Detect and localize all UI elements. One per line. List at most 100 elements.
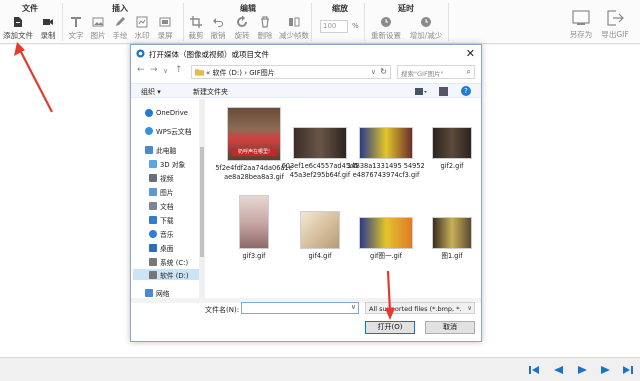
nav-item-network[interactable]: 网络 xyxy=(145,287,170,298)
file-type-filter[interactable]: All supported files (*.bmp, *. ∨ xyxy=(365,302,475,314)
file-thumbnail xyxy=(359,127,413,159)
organize-button[interactable]: 组织 ▾ xyxy=(141,87,161,97)
file-thumbnail xyxy=(359,217,413,249)
cloud-icon xyxy=(145,126,153,135)
increase-decrease-button[interactable]: 增加/减少 xyxy=(410,16,442,42)
nav-item-desktop[interactable]: 桌面 xyxy=(149,242,174,253)
filename-input[interactable]: ∨ xyxy=(241,302,359,314)
export-gif-button[interactable]: 导出GIF xyxy=(598,10,632,42)
watermark-button[interactable]: 水印 xyxy=(130,16,154,42)
filename-dropdown-icon[interactable]: ∨ xyxy=(351,303,356,311)
video-icon xyxy=(149,173,157,182)
main-toolbar: 文件 插入 编辑 缩放 延时 添加文件 录制 文字 图片 手绘 水印 录屏 裁剪 xyxy=(0,0,640,44)
nav-item-onedrive[interactable]: OneDrive xyxy=(145,107,188,118)
nav-item-3d-objects[interactable]: 3D 对象 xyxy=(149,158,185,169)
forward-arrow-icon[interactable]: → xyxy=(150,65,158,75)
view-options-icon[interactable] xyxy=(415,87,427,96)
frame-icon xyxy=(159,17,171,27)
file-thumbnail xyxy=(239,195,269,249)
crop-button[interactable]: 裁剪 xyxy=(184,16,208,42)
watermark-label: 水印 xyxy=(134,31,150,40)
rotate-icon xyxy=(237,16,247,27)
preview-pane-icon[interactable] xyxy=(439,87,448,96)
search-icon: ⌕ xyxy=(466,67,471,76)
file-item[interactable]: 图1.gif xyxy=(413,217,491,261)
command-bar: 组织 ▾ 新建文件夹 ? xyxy=(131,83,481,98)
open-button[interactable]: 打开(O) xyxy=(365,321,415,334)
play-icon[interactable] xyxy=(576,364,588,376)
reset-button[interactable]: 重新设置 xyxy=(371,16,401,42)
export-icon xyxy=(607,10,624,26)
rotate-button[interactable]: 旋转 xyxy=(230,16,254,42)
save-as-button[interactable]: 另存为 xyxy=(564,10,598,42)
crop-label: 裁剪 xyxy=(188,31,204,40)
frame-label: 录屏 xyxy=(157,31,173,40)
delete-button[interactable]: 删除 xyxy=(253,16,277,42)
network-icon xyxy=(145,288,153,297)
text-button[interactable]: 文字 xyxy=(64,16,88,42)
file-thumbnail xyxy=(293,127,347,159)
frame-button[interactable]: 录屏 xyxy=(153,16,177,42)
nav-item-videos[interactable]: 视频 xyxy=(149,172,174,183)
search-input[interactable]: 搜索"GIF图片" ⌕ xyxy=(397,65,475,79)
dialog-title: 打开媒体（图像或视频）或项目文件 xyxy=(149,50,269,59)
reduce-frames-button[interactable]: 减少帧数 xyxy=(279,16,309,42)
address-bar[interactable]: « 软件 (D:) › GIF图片 ∨ ↻ xyxy=(191,65,391,79)
undo-button[interactable]: 撤销 xyxy=(206,16,230,42)
nav-item-drive-c[interactable]: 系统 (C:) xyxy=(149,256,188,267)
music-icon xyxy=(149,229,157,238)
delete-label: 删除 xyxy=(257,31,273,40)
nav-item-drive-d[interactable]: 软件 (D:) xyxy=(133,269,199,280)
file-thumbnail xyxy=(432,127,472,159)
thumbnail-caption: 奶呼声在哪里! xyxy=(232,149,276,156)
close-icon[interactable]: ✕ xyxy=(466,47,475,60)
group-title-zoom: 缩放 xyxy=(332,4,348,13)
group-title-edit: 编辑 xyxy=(240,4,256,13)
download-icon xyxy=(149,215,157,224)
navigation-pane: OneDrive WPS云文档 此电脑 3D 对象 视频 图片 文档 下载 音乐… xyxy=(131,99,205,298)
image-button[interactable]: 图片 xyxy=(86,16,110,42)
first-frame-icon[interactable] xyxy=(528,364,540,376)
nav-item-this-pc[interactable]: 此电脑 xyxy=(145,144,176,155)
zoom-input[interactable]: 100 xyxy=(320,20,348,33)
new-folder-button[interactable]: 新建文件夹 xyxy=(193,87,228,97)
player-bar xyxy=(0,357,640,381)
previous-frame-icon[interactable] xyxy=(552,364,564,376)
drive-icon xyxy=(149,270,157,279)
nav-scroll-thumb[interactable] xyxy=(200,147,204,257)
cloud-icon xyxy=(145,108,153,117)
video-camera-icon xyxy=(43,19,53,25)
recent-dropdown-icon[interactable]: ∨ xyxy=(163,67,168,75)
save-as-label: 另存为 xyxy=(569,30,593,39)
nav-item-music[interactable]: 音乐 xyxy=(149,228,174,239)
group-separator xyxy=(311,3,312,41)
brush-button[interactable]: 手绘 xyxy=(108,16,132,42)
refresh-icon[interactable]: ↻ xyxy=(380,67,387,76)
nav-item-documents[interactable]: 文档 xyxy=(149,200,174,211)
nav-scrollbar[interactable] xyxy=(199,99,205,298)
nav-item-downloads[interactable]: 下载 xyxy=(149,214,174,225)
save-as-icon xyxy=(572,10,590,25)
up-arrow-icon[interactable]: ↑ xyxy=(175,65,183,75)
add-file-label: 添加文件 xyxy=(3,31,33,40)
picture-icon xyxy=(149,187,157,196)
increase-decrease-label: 增加/减少 xyxy=(409,31,443,40)
drive-icon xyxy=(149,257,157,266)
undo-icon xyxy=(213,18,223,27)
address-dropdown-icon[interactable]: ∨ xyxy=(371,68,376,76)
nav-item-wps-cloud[interactable]: WPS云文档 xyxy=(145,125,192,136)
cancel-button[interactable]: 取消 xyxy=(425,321,475,334)
text-icon xyxy=(71,17,81,27)
reduce-frames-icon xyxy=(289,17,300,27)
add-file-button[interactable]: 添加文件 xyxy=(3,16,33,42)
last-frame-icon[interactable] xyxy=(622,364,634,376)
next-frame-icon[interactable] xyxy=(600,364,612,376)
file-thumbnail: 奶呼声在哪里! xyxy=(227,107,281,161)
help-icon[interactable]: ? xyxy=(461,86,471,96)
back-arrow-icon[interactable]: ← xyxy=(137,65,145,75)
group-title-file: 文件 xyxy=(22,4,38,13)
nav-item-pictures[interactable]: 图片 xyxy=(149,186,174,197)
group-separator xyxy=(62,3,63,41)
record-button[interactable]: 录制 xyxy=(36,16,60,42)
file-item[interactable]: gif2.gif xyxy=(413,127,491,171)
